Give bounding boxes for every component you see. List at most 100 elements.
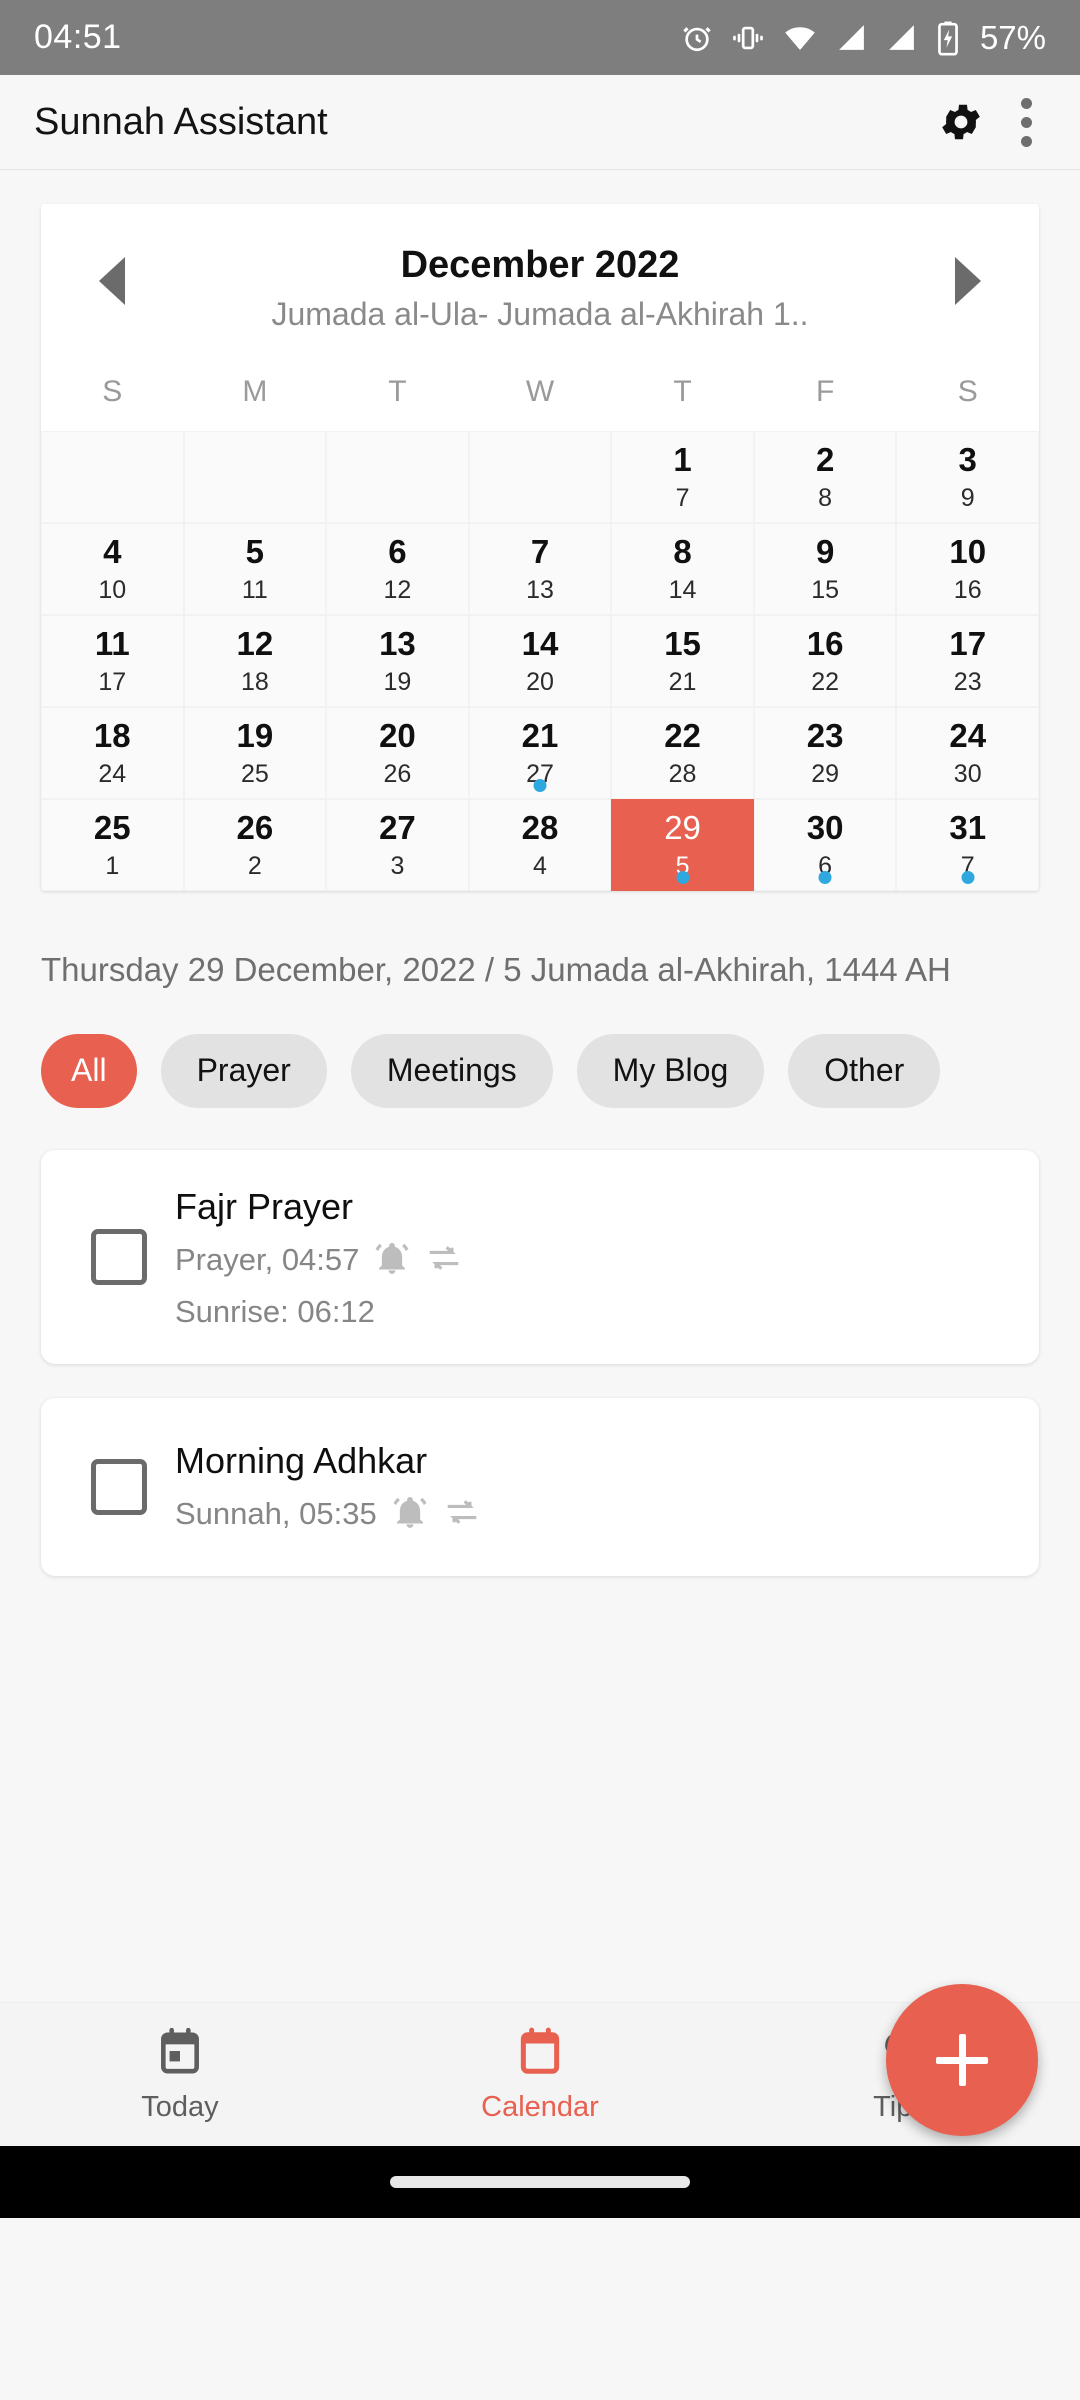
- filter-chip-my-blog[interactable]: My Blog: [576, 1033, 765, 1108]
- repeat-icon: [443, 1493, 481, 1536]
- calendar-cell[interactable]: 10 16: [896, 522, 1039, 615]
- gregorian-day: 21: [521, 716, 559, 754]
- task-list: Fajr Prayer Prayer, 04:57 Sunrise: 06:12 Mo…: [41, 1149, 1039, 1576]
- hijri-day: 26: [383, 759, 412, 788]
- calendar-cell[interactable]: 28: [753, 430, 897, 523]
- weekday-label: F: [815, 374, 835, 408]
- system-gesture-area: [0, 2146, 1080, 2218]
- filter-chip-all[interactable]: All: [41, 1033, 137, 1108]
- signal-icon: [835, 21, 868, 54]
- hijri-day: 7: [675, 483, 690, 512]
- hijri-day: 23: [953, 667, 982, 696]
- gregorian-day: 27: [379, 808, 416, 846]
- filter-chip-meetings[interactable]: Meetings: [350, 1033, 553, 1108]
- repeat-icon: [425, 1239, 463, 1282]
- task-card[interactable]: Fajr Prayer Prayer, 04:57 Sunrise: 06:12: [41, 1149, 1039, 1364]
- calendar-cell[interactable]: 6 12: [326, 522, 469, 615]
- battery-charging-icon: [935, 20, 961, 56]
- calendar-cell[interactable]: 30 6: [753, 798, 897, 891]
- more-dot: [1021, 97, 1032, 109]
- calendar-cell[interactable]: 7 13: [468, 522, 612, 615]
- weekday-label: T: [388, 374, 407, 408]
- calendar-cell[interactable]: 22 28: [611, 706, 754, 799]
- gesture-bar[interactable]: [390, 2176, 690, 2188]
- hijri-day: 22: [811, 667, 840, 696]
- hijri-day: 13: [526, 575, 554, 604]
- calendar-cell[interactable]: 8 14: [611, 522, 754, 615]
- more-vertical-icon[interactable]: [1021, 97, 1032, 147]
- gregorian-day: 9: [815, 532, 835, 570]
- task-body: Morning Adhkar Sunnah, 05:35: [175, 1438, 1009, 1536]
- gregorian-day: 22: [664, 716, 701, 754]
- calendar-cell[interactable]: 16 22: [753, 614, 897, 707]
- add-task-fab[interactable]: [886, 1984, 1038, 2136]
- hijri-day: 8: [818, 483, 833, 512]
- gear-icon[interactable]: [937, 98, 985, 146]
- calendar-cell-selected[interactable]: 29 5: [611, 798, 754, 891]
- event-dot: [818, 870, 832, 884]
- calendar-today-icon: [155, 2026, 205, 2081]
- calendar-cell-empty: [326, 430, 469, 523]
- task-checkbox[interactable]: [91, 1228, 147, 1285]
- calendar-cell[interactable]: 17 23: [896, 614, 1039, 707]
- calendar-cell[interactable]: 13 19: [326, 614, 469, 707]
- calendar-cell[interactable]: 26 2: [183, 798, 327, 891]
- gregorian-day: 4: [103, 532, 122, 570]
- previous-month-button[interactable]: [99, 257, 125, 306]
- gregorian-day: 13: [379, 624, 416, 662]
- filter-chip-other[interactable]: Other: [788, 1033, 941, 1108]
- calendar-cell[interactable]: 31 7: [896, 798, 1039, 891]
- calendar-cell[interactable]: 9 15: [753, 522, 897, 615]
- hijri-day: 1: [105, 851, 120, 880]
- hijri-day: 17: [98, 667, 127, 696]
- calendar-cell[interactable]: 19 25: [183, 706, 327, 799]
- gregorian-day: 5: [245, 532, 265, 570]
- task-title: Fajr Prayer: [175, 1185, 354, 1227]
- gregorian-day: 11: [94, 624, 130, 662]
- hijri-day: 15: [811, 575, 840, 604]
- task-body: Fajr Prayer Prayer, 04:57 Sunrise: 06:12: [175, 1184, 1009, 1330]
- gregorian-day: 3: [958, 440, 977, 478]
- calendar-cell[interactable]: 28 4: [468, 798, 612, 891]
- calendar-cell[interactable]: 15 21: [611, 614, 754, 707]
- nav-item-calendar[interactable]: Calendar: [360, 2026, 720, 2124]
- gregorian-day: 19: [236, 716, 274, 754]
- calendar-cell[interactable]: 20 26: [326, 706, 469, 799]
- calendar-cell[interactable]: 5 11: [183, 522, 327, 615]
- hijri-day: 18: [240, 667, 269, 696]
- next-month-button[interactable]: [955, 257, 981, 306]
- task-title: Morning Adhkar: [175, 1439, 428, 1481]
- calendar-cell[interactable]: 27 3: [326, 798, 469, 891]
- calendar-cell[interactable]: 39: [896, 430, 1039, 523]
- calendar-cell[interactable]: 24 30: [896, 706, 1039, 799]
- calendar-cell[interactable]: 4 10: [41, 522, 184, 615]
- calendar-cell[interactable]: 11 17: [41, 614, 184, 707]
- more-dot: [1021, 116, 1032, 128]
- task-checkbox[interactable]: [91, 1458, 147, 1515]
- calendar-cell[interactable]: 18 24: [41, 706, 184, 799]
- task-card[interactable]: Morning Adhkar Sunnah, 05:35: [41, 1397, 1039, 1576]
- calendar-header: December 2022 Jumada al-Ula- Jumada al-A…: [41, 204, 1039, 359]
- weekday-label: S: [957, 374, 978, 408]
- hijri-day: 2: [247, 851, 262, 880]
- calendar-cell[interactable]: 12 18: [183, 614, 327, 707]
- weekday-label: M: [242, 374, 268, 408]
- event-dot: [961, 870, 975, 884]
- gregorian-day: 20: [379, 716, 416, 754]
- gregorian-day: 25: [93, 808, 131, 846]
- calendar-cell[interactable]: 21 27: [468, 706, 612, 799]
- calendar-cell[interactable]: 14 20: [468, 614, 612, 707]
- more-dot: [1021, 135, 1032, 147]
- calendar-month-label: December 2022: [400, 244, 680, 286]
- nav-item-label: Calendar: [481, 2090, 599, 2123]
- hijri-day: 12: [383, 575, 412, 604]
- calendar-cell[interactable]: 23 29: [753, 706, 897, 799]
- gregorian-day: 1: [673, 440, 692, 478]
- calendar-cell[interactable]: 17: [611, 430, 754, 523]
- nav-item-today[interactable]: Today: [0, 2026, 360, 2124]
- calendar-cell-empty: [183, 430, 327, 523]
- calendar-cell[interactable]: 25 1: [41, 798, 184, 891]
- weekday-label: T: [673, 374, 692, 408]
- filter-chip-prayer[interactable]: Prayer: [160, 1033, 327, 1108]
- gregorian-day: 15: [664, 624, 701, 662]
